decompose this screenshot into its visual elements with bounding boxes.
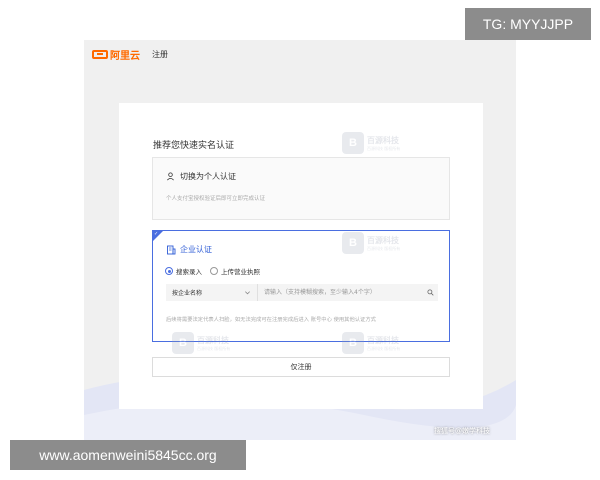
entry-method-radios: 搜索录入 上传营业执照 [165,266,268,276]
registration-screenshot: 阿里云 注册 推荐您快速实名认证 切换为个人认证 个人支付宝授权验证后即可立即完… [84,40,516,440]
page-title: 注册 [152,49,168,59]
source-label: 搜狐号@嫩学科技 [434,427,490,435]
url-overlay-label: www.aomenweini5845cc.org [10,440,246,470]
card-heading: 推荐您快速实名认证 [153,141,235,151]
top-bar: 阿里云 注册 [92,47,168,62]
register-only-button[interactable]: 仅注册 [152,357,450,377]
watermark-sub: 百源科技 版权所有 [197,345,231,351]
tg-overlay-label: TG: MYYJJPP [465,8,591,40]
watermark-sub: 百源科技 版权所有 [367,145,401,151]
watermark-name: 百源科技 [197,335,229,345]
aliyun-logo[interactable]: 阿里云 [92,47,140,62]
watermark: B 百源科技 百源科技 版权所有 [342,232,400,254]
watermark: B 百源科技 百源科技 版权所有 [342,332,400,354]
logo-text: 阿里云 [110,50,140,62]
company-auth-desc: 后续将需要法定代表人扫脸，如无法完成可在注册完成后进入 账号中心 使用其他认证方… [166,317,376,323]
radio-search-entry[interactable]: 搜索录入 [165,266,202,276]
watermark-sub: 百源科技 版权所有 [367,345,401,351]
building-icon [167,245,176,254]
search-icon [426,289,434,296]
personal-auth-title: 切换为个人认证 [166,171,236,182]
personal-auth-label: 切换为个人认证 [180,172,236,181]
radio-upload-label: 上传营业执照 [221,268,260,276]
watermark-logo: B [172,332,194,354]
watermark: B 百源科技 百源科技 版权所有 [172,332,230,354]
company-search-row: 按企业名称 [166,284,438,301]
user-icon [167,172,174,181]
personal-auth-option[interactable]: 切换为个人认证 个人支付宝授权验证后即可立即完成认证 [152,157,450,220]
check-icon: ✓ [154,231,159,237]
watermark: B 百源科技 百源科技 版权所有 [342,132,400,154]
company-auth-label: 企业认证 [180,245,212,254]
search-type-select[interactable]: 按企业名称 [166,284,258,301]
watermark-name: 百源科技 [367,135,399,145]
company-auth-option[interactable]: ✓ 企业认证 搜索录入 上传营业执照 按企业名称 请输入（支持模糊搜索，至少输入… [152,230,450,342]
company-search-input[interactable] [258,284,422,301]
page: TG: MYYJJPP 阿里云 注册 推荐您快速实名认证 切换为个人认证 个人支… [0,0,600,480]
verification-card: 推荐您快速实名认证 切换为个人认证 个人支付宝授权验证后即可立即完成认证 ✓ 企… [119,103,483,409]
watermark-logo: B [342,232,364,254]
chevron-down-icon [245,291,250,295]
search-type-value: 按企业名称 [172,290,203,297]
watermark-sub: 百源科技 版权所有 [367,245,401,251]
company-auth-title: 企业认证 [166,244,212,255]
radio-unselected-icon [210,267,218,275]
search-button[interactable] [422,284,438,301]
radio-search-label: 搜索录入 [176,268,202,276]
radio-selected-icon [165,267,173,275]
radio-upload-license[interactable]: 上传营业执照 [210,266,260,276]
watermark-name: 百源科技 [367,235,399,245]
personal-auth-desc: 个人支付宝授权验证后即可立即完成认证 [166,196,266,202]
watermark-name: 百源科技 [367,335,399,345]
watermark-logo: B [342,332,364,354]
aliyun-logo-icon [92,49,108,59]
watermark-logo: B [342,132,364,154]
